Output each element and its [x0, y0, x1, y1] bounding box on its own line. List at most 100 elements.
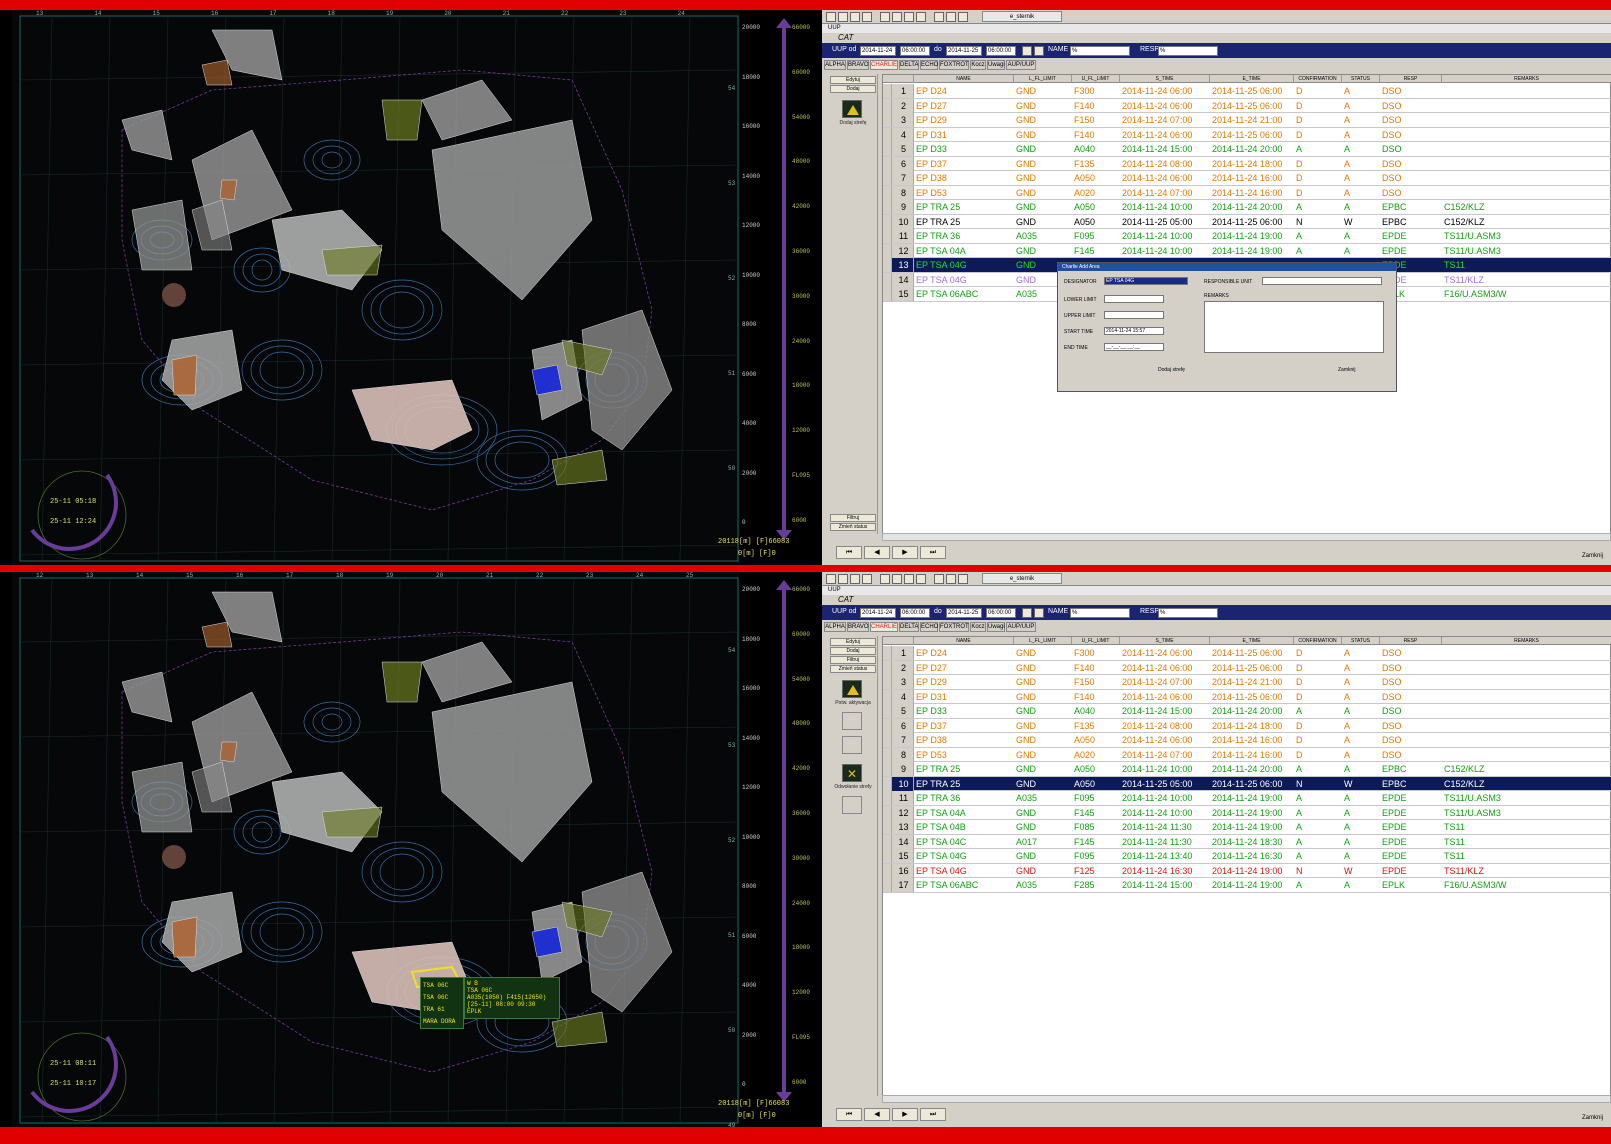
column-header[interactable]: NAME	[914, 75, 1014, 83]
side-bottom-button-0[interactable]: Filtruj	[830, 514, 876, 522]
table-row[interactable]: 7 EP D38 GND A050 2014-11-24 06:00 2014-11-24…	[883, 733, 1611, 748]
zone-list-item[interactable]: MARA DORA	[423, 1016, 461, 1028]
table-row[interactable]: 6 EP D37 GND F135 2014-11-24 08:00 2014-11-24…	[883, 156, 1611, 171]
zoom-icon[interactable]	[850, 12, 860, 22]
table-row[interactable]: 15 EP TSA 04G GND F095 2014-11-24 13:40 2014-…	[883, 849, 1611, 864]
map-view[interactable]: 54 53 52 51 50 13 14 15 16 17 18 19 20 21 22 23 24 25-11 …	[12, 10, 822, 565]
upper-limit-input[interactable]	[1104, 311, 1164, 319]
tab-alpha[interactable]: ALPHA	[824, 60, 846, 70]
print-icon[interactable]	[826, 12, 836, 22]
responsible-unit-input[interactable]	[1262, 277, 1382, 285]
next-record-button[interactable]: ▶	[892, 1108, 918, 1121]
column-header[interactable]: U_FL_LIMIT	[1072, 637, 1120, 645]
cancel-zone-icon[interactable]: ✕	[842, 764, 862, 782]
altitude-top-arrow[interactable]	[776, 580, 792, 590]
table-row[interactable]: 4 EP D31 GND F140 2014-11-24 06:00 2014-11-25…	[883, 127, 1611, 142]
horizontal-scrollbar[interactable]	[882, 1095, 1611, 1103]
time-to-field[interactable]: 06:00:00	[986, 608, 1016, 618]
first-record-button[interactable]: ⏮	[836, 1108, 862, 1121]
image-icon[interactable]	[904, 574, 914, 584]
end-time-input[interactable]: __-__-__ __:__	[1104, 343, 1164, 351]
tab-kocz[interactable]: Kocz	[970, 622, 986, 632]
resp-filter-input[interactable]: %	[1158, 608, 1218, 618]
column-header[interactable]: E_TIME	[1210, 75, 1294, 83]
side-bottom-button-1[interactable]: Zmień status	[830, 523, 876, 531]
table-row[interactable]: 5 EP D33 GND A040 2014-11-24 15:00 2014-11-24…	[883, 704, 1611, 719]
doc-icon[interactable]	[880, 12, 890, 22]
side-button-3[interactable]: Zmień status	[830, 665, 876, 673]
zoom-icon[interactable]	[850, 574, 860, 584]
zone-list-tooltip[interactable]: TSA 06C TSA 06C TRA 61 MARA DORA	[420, 977, 464, 1029]
filter-icon[interactable]	[934, 574, 944, 584]
column-header[interactable]: REMARKS	[1442, 75, 1611, 83]
close-x-icon[interactable]	[916, 574, 926, 584]
tab-bravo[interactable]: BRAVO	[847, 622, 869, 632]
settings-icon[interactable]	[1034, 46, 1044, 56]
info-icon[interactable]	[862, 574, 872, 584]
column-header[interactable]: L_FL_LIMIT	[1014, 75, 1072, 83]
list-icon[interactable]	[946, 574, 956, 584]
calendar-icon[interactable]	[958, 12, 968, 22]
column-header[interactable]: CONFIRMATION	[1294, 637, 1342, 645]
column-header[interactable]: STATUS	[1342, 75, 1380, 83]
side-button-0[interactable]: Edytuj	[830, 76, 876, 84]
side-button-1[interactable]: Dodaj	[830, 85, 876, 93]
table-row[interactable]: 9 EP TRA 25 GND A050 2014-11-24 10:00 2014-11…	[883, 200, 1611, 215]
tab-uwagi[interactable]: Uwagi	[987, 622, 1005, 632]
name-filter-input[interactable]: %	[1070, 608, 1130, 618]
side-button-2[interactable]: Filtruj	[830, 656, 876, 664]
table-row[interactable]: 4 EP D31 GND F140 2014-11-24 06:00 2014-11-25…	[883, 689, 1611, 704]
table-row[interactable]: 14 EP TSA 04C A017 F145 2014-11-24 11:30 2014…	[883, 834, 1611, 849]
altitude-top-arrow[interactable]	[776, 18, 792, 28]
close-x-icon[interactable]	[916, 12, 926, 22]
column-header[interactable]: REMARKS	[1442, 637, 1611, 645]
calendar-icon[interactable]	[958, 574, 968, 584]
tab-echo[interactable]: ECHO	[920, 60, 938, 70]
column-header[interactable]: NAME	[914, 637, 1014, 645]
tab-delta[interactable]: DELTA	[899, 60, 919, 70]
table-row[interactable]: 11 EP TRA 36 A035 F095 2014-11-24 10:00 2014-…	[883, 229, 1611, 244]
help-icon[interactable]	[838, 12, 848, 22]
side-button-1[interactable]: Dodaj	[830, 647, 876, 655]
table-row[interactable]: 6 EP D37 GND F135 2014-11-24 08:00 2014-11-24…	[883, 718, 1611, 733]
refresh-icon[interactable]	[1022, 46, 1032, 56]
info-icon[interactable]	[862, 12, 872, 22]
table-row[interactable]: 5 EP D33 GND A040 2014-11-24 15:00 2014-11-24…	[883, 142, 1611, 157]
date-to-field[interactable]: 2014-11-25	[946, 608, 982, 618]
table-row[interactable]: 2 EP D27 GND F140 2014-11-24 06:00 2014-11-25…	[883, 98, 1611, 113]
tab-bravo[interactable]: BRAVO	[847, 60, 869, 70]
remarks-textarea[interactable]	[1204, 301, 1384, 353]
tab-uwagi[interactable]: Uwagi	[987, 60, 1005, 70]
start-time-input[interactable]: 2014-11-24 15:57	[1104, 327, 1164, 335]
refresh-icon[interactable]	[1022, 608, 1032, 618]
table-row[interactable]: 10 EP TRA 25 GND A050 2014-11-25 05:00 2014-1…	[883, 214, 1611, 229]
table-row[interactable]: 8 EP D53 GND A020 2014-11-24 07:00 2014-11-24…	[883, 747, 1611, 762]
dialog-close-button[interactable]: Zamknij	[1338, 367, 1356, 373]
close-button[interactable]: Zamknij	[1582, 553, 1603, 559]
table-row[interactable]: 1 EP D24 GND F300 2014-11-24 06:00 2014-11-25…	[883, 646, 1611, 661]
altitude-bar[interactable]	[782, 586, 786, 1096]
prev-record-button[interactable]: ◀	[864, 546, 890, 559]
time-from-field[interactable]: 06:00:00	[900, 608, 930, 618]
table-row[interactable]: 13 EP TSA 04B GND F085 2014-11-24 11:30 2014-…	[883, 820, 1611, 835]
side-button-0[interactable]: Edytuj	[830, 638, 876, 646]
horizontal-scrollbar[interactable]	[882, 533, 1611, 541]
image-icon[interactable]	[904, 12, 914, 22]
date-to-field[interactable]: 2014-11-25	[946, 46, 982, 56]
table-row[interactable]: 3 EP D29 GND F150 2014-11-24 07:00 2014-11-24…	[883, 113, 1611, 128]
time-from-field[interactable]: 06:00:00	[900, 46, 930, 56]
date-from-field[interactable]: 2014-11-24	[860, 46, 896, 56]
next-record-button[interactable]: ▶	[892, 546, 918, 559]
table-row[interactable]: 7 EP D38 GND A050 2014-11-24 06:00 2014-11-24…	[883, 171, 1611, 186]
print-icon[interactable]	[826, 574, 836, 584]
zone-list-item[interactable]: TRA 61	[423, 1004, 461, 1016]
map-view[interactable]: 54 53 52 51 50 49 12 13 14 15 16 17 18 19 20 21 22 23 24 25…	[12, 572, 822, 1127]
column-header[interactable]: L_FL_LIMIT	[1014, 637, 1072, 645]
column-header[interactable]: E_TIME	[1210, 637, 1294, 645]
table-row[interactable]: 2 EP D27 GND F140 2014-11-24 06:00 2014-11-25…	[883, 660, 1611, 675]
tab-foxtrot[interactable]: FOXTROT	[939, 622, 969, 632]
table-row[interactable]: 16 EP TSA 04G GND F125 2014-11-24 16:30 2014-…	[883, 863, 1611, 878]
table-row[interactable]: 9 EP TRA 25 GND A050 2014-11-24 10:00 2014-11…	[883, 762, 1611, 777]
resp-filter-input[interactable]: %	[1158, 46, 1218, 56]
add-zone-icon[interactable]	[842, 680, 862, 698]
